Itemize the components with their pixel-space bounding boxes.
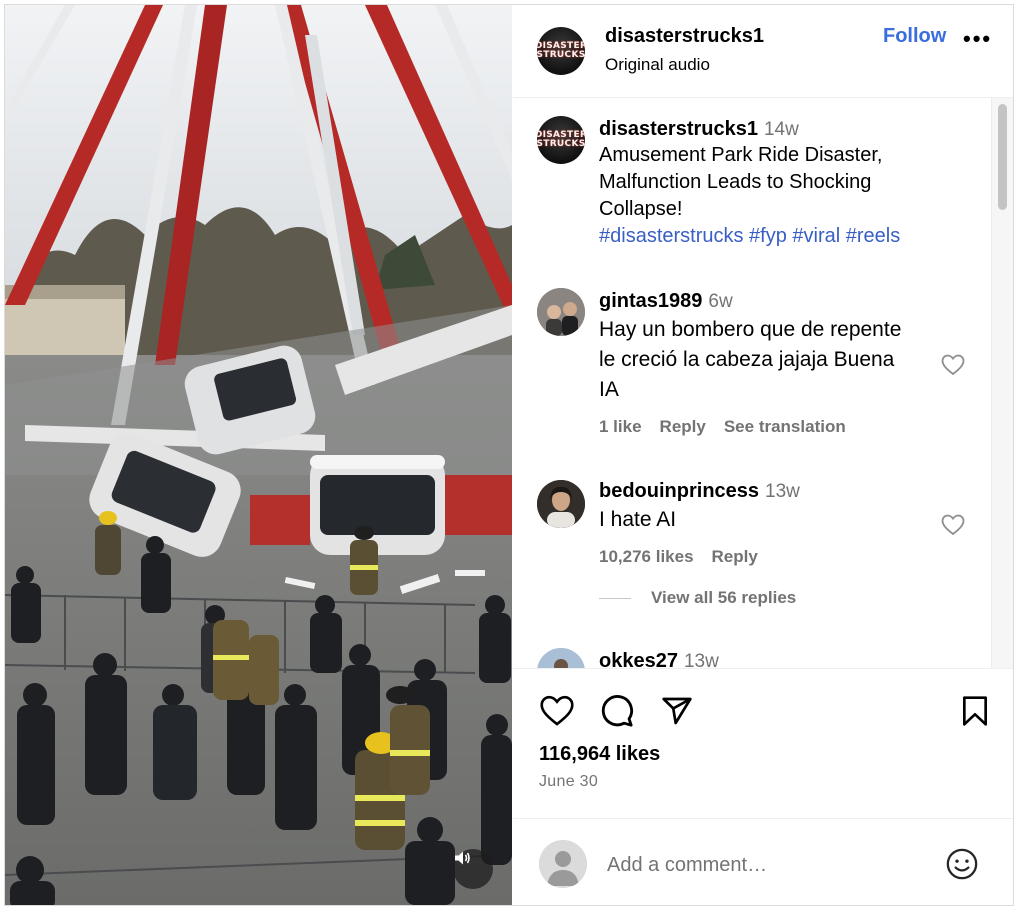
avatar-photo-icon — [537, 648, 585, 668]
scrollbar-thumb[interactable] — [998, 104, 1007, 210]
bookmark-icon[interactable] — [961, 695, 989, 727]
caption-username[interactable]: disasterstrucks1 — [599, 118, 758, 140]
comment-username[interactable]: okkes27 — [599, 650, 678, 668]
comments-list[interactable]: DISASTER STRUCKS disasterstrucks1 14w Amu… — [513, 98, 1013, 668]
caption-text: Amusement Park Ride Disaster, Malfunctio… — [599, 144, 883, 220]
caption-hashtags[interactable]: #disasterstrucks #fyp #viral #reels — [599, 223, 959, 250]
video-frame-illustration — [5, 5, 512, 905]
comment-username[interactable]: bedouinprincess — [599, 480, 759, 502]
reply-button[interactable]: Reply — [660, 417, 706, 436]
comments-scrollbar[interactable] — [991, 98, 1013, 668]
avatar-photo-icon — [537, 288, 585, 336]
audio-link[interactable]: Original audio — [605, 55, 710, 75]
more-options-button[interactable]: ••• — [963, 28, 992, 50]
comment-likes-count[interactable]: 10,276 likes — [599, 547, 694, 566]
comment-likes-count[interactable]: 1 like — [599, 417, 642, 436]
post-date[interactable]: June 30 — [539, 773, 598, 791]
comment-like-heart-icon[interactable] — [941, 354, 965, 376]
commenter-avatar[interactable] — [537, 648, 585, 668]
likes-count[interactable]: 116,964 likes — [539, 743, 660, 766]
post-actions: 116,964 likes June 30 — [513, 668, 1013, 819]
comment: bedouinprincess 13w I hate AI 10,276 like… — [599, 480, 919, 567]
caption: disasterstrucks1 14w Amusement Park Ride … — [599, 118, 959, 250]
comment-text: Hay un bombero que de repente le creció … — [599, 318, 902, 401]
author-username[interactable]: disasterstrucks1 — [605, 25, 764, 48]
more-icon: ••• — [963, 26, 993, 51]
comment-like-heart-icon[interactable] — [941, 514, 965, 536]
heart-icon[interactable] — [539, 695, 575, 727]
post-dialog: DISASTER STRUCKS disasterstrucks1 Origin… — [4, 4, 1014, 906]
avatar-text-line-2: STRUCKS — [537, 50, 585, 60]
avatar-photo-icon — [537, 480, 585, 528]
comment: okkes27 13w — [599, 650, 919, 668]
add-comment-bar — [513, 818, 1013, 905]
comment-time[interactable]: 13w — [765, 481, 800, 502]
post-video[interactable] — [5, 5, 512, 905]
default-user-icon — [539, 840, 587, 888]
comment-input[interactable] — [605, 849, 939, 881]
comment-text: I hate AI — [599, 508, 677, 531]
comment: gintas1989 6w Hay un bombero que de repen… — [599, 290, 919, 437]
see-translation-button[interactable]: See translation — [724, 417, 846, 436]
reply-button[interactable]: Reply — [712, 547, 758, 566]
comment-actions: 10,276 likes Reply — [599, 547, 919, 567]
comment-icon[interactable] — [600, 694, 634, 728]
mute-icon — [455, 851, 470, 865]
view-replies-button[interactable]: View all 56 replies — [599, 588, 796, 608]
smile-icon[interactable] — [945, 847, 979, 881]
caption-time[interactable]: 14w — [764, 119, 799, 140]
current-user-avatar — [539, 840, 587, 888]
follow-button[interactable]: Follow — [883, 25, 946, 48]
commenter-avatar[interactable] — [537, 288, 585, 336]
commenter-avatar[interactable] — [537, 480, 585, 528]
avatar-text-line-2: STRUCKS — [537, 139, 585, 149]
comment-actions: 1 like Reply See translation — [599, 417, 919, 437]
post-side-panel: DISASTER STRUCKS disasterstrucks1 Origin… — [513, 5, 1013, 905]
comment-username[interactable]: gintas1989 — [599, 290, 702, 312]
mute-button[interactable] — [453, 849, 493, 889]
author-avatar[interactable]: DISASTER STRUCKS — [537, 27, 585, 75]
share-icon[interactable] — [660, 695, 694, 727]
caption-author-avatar[interactable]: DISASTER STRUCKS — [537, 116, 585, 164]
comment-time[interactable]: 6w — [708, 291, 732, 312]
comment-time[interactable]: 13w — [684, 651, 719, 668]
post-header: DISASTER STRUCKS disasterstrucks1 Origin… — [513, 5, 1013, 98]
